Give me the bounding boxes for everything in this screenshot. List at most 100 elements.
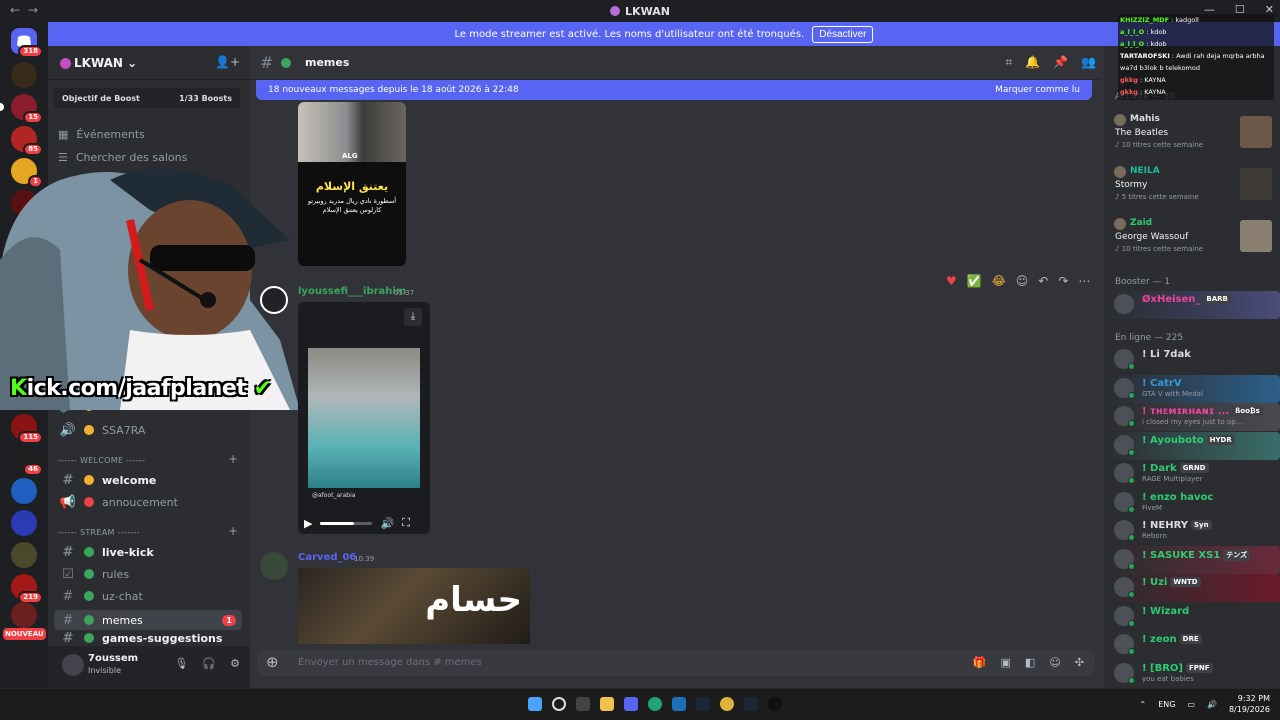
activity-card[interactable]: Zaid George Wassouf ♪ 10 titres cette se… — [1110, 216, 1276, 264]
headphones-icon[interactable]: 🎧 — [202, 657, 216, 670]
guild-header[interactable]: LKWAN ⌄ 👤+ — [48, 46, 250, 80]
member-row[interactable]: ! Wizard — [1108, 603, 1280, 631]
members-icon[interactable]: 👥 — [1081, 55, 1096, 70]
server-icon[interactable] — [11, 602, 37, 628]
add-channel-icon[interactable]: + — [228, 452, 238, 466]
channel-memes[interactable]: # memes 1 — [54, 610, 242, 630]
store-icon[interactable] — [672, 697, 686, 711]
channel-live-kick[interactable]: # live-kick — [54, 542, 242, 562]
start-icon[interactable] — [528, 697, 542, 711]
volume-slider[interactable] — [320, 521, 373, 525]
obs-icon[interactable] — [768, 697, 782, 711]
activity-card[interactable]: NEILA Stormy ♪ 5 titres cette semaine — [1110, 164, 1276, 212]
add-reaction-icon[interactable]: ☺ — [1016, 274, 1029, 288]
channel-annoucement[interactable]: 📢 annoucement — [54, 492, 242, 512]
member-row[interactable]: ! Ayouboto HYDR — [1108, 431, 1280, 460]
laugh-reaction-icon[interactable]: 😂 — [992, 274, 1006, 288]
microphone-icon[interactable]: 🎙 — [174, 657, 188, 670]
server-icon[interactable] — [11, 510, 37, 536]
forward-icon[interactable]: ↷ — [1058, 274, 1068, 288]
more-options-icon[interactable]: ⋯ — [1078, 274, 1090, 288]
voice-channel[interactable]: 🔊 SSA7RA — [54, 420, 242, 440]
category-welcome[interactable]: ------ WELCOME ------ — [58, 456, 145, 465]
message-composer[interactable]: ⊕ Envoyer un message dans # memes 🎁 ▣ ◧ … — [258, 650, 1094, 676]
member-tag: DRE — [1179, 634, 1202, 644]
avatar[interactable] — [260, 286, 288, 314]
sticker-icon[interactable]: ◧ — [1025, 656, 1035, 669]
message-author[interactable]: Carved_06 — [298, 552, 356, 563]
bell-icon[interactable]: 🔔 — [1025, 55, 1040, 70]
member-row[interactable]: ! Dark GRND RAGE Multiplayer — [1108, 460, 1280, 488]
member-row[interactable]: ! Uzi WNTD — [1108, 574, 1280, 602]
server-icon[interactable]: 219 — [11, 574, 43, 604]
member-row[interactable]: ! ᴛʜᴇᴍɪʀʜᴀɴɪ ... ßoo₿s i closed my eyes ju… — [1108, 403, 1280, 431]
channel-games-suggestions[interactable]: # games-suggestions — [54, 632, 242, 644]
play-icon[interactable]: ▶ — [304, 517, 312, 530]
clock[interactable]: 9:32 PM 8/19/2026 — [1229, 693, 1270, 715]
discord-taskbar-icon[interactable] — [624, 697, 638, 711]
video-attachment[interactable]: ⤓ @afoot_arabia ▶ 🔊 ⛶ — [298, 302, 430, 534]
apps-icon[interactable]: ✣ — [1075, 656, 1084, 669]
volume-icon[interactable]: 🔊 — [380, 517, 394, 530]
chrome-icon[interactable] — [720, 697, 734, 711]
language-indicator[interactable]: ENG — [1158, 700, 1175, 709]
steam-icon[interactable] — [696, 697, 710, 711]
download-icon[interactable]: ⤓ — [404, 308, 422, 326]
boost-goal[interactable]: Objectif de Boost 1/33 Boosts — [54, 88, 240, 108]
avatar[interactable] — [260, 552, 288, 580]
steam-icon[interactable] — [744, 697, 758, 711]
activity-card[interactable]: Mahis The Beatles ♪ 10 titres cette sema… — [1110, 112, 1276, 160]
booster-member[interactable]: ØxHeisen_ BARB — [1108, 291, 1280, 319]
server-icon[interactable] — [11, 542, 37, 568]
guild-name[interactable]: LKWAN ⌄ — [74, 56, 137, 70]
member-row[interactable]: ! Li 7dak — [1108, 346, 1280, 374]
server-icon[interactable]: 46 — [11, 446, 43, 476]
member-row[interactable]: ! NEHRY Syn Reborn — [1108, 517, 1280, 545]
server-icon[interactable]: 15 — [0, 94, 43, 124]
new-messages-bar[interactable]: 18 nouveaux messages depuis le 18 août 2… — [256, 80, 1092, 100]
sound-icon[interactable]: 🔊 — [1207, 700, 1217, 709]
tray-arrow-icon[interactable]: ⌃ — [1139, 700, 1146, 709]
threads-icon[interactable]: ⌗ — [1005, 55, 1012, 70]
member-row[interactable]: ! CatrV GTA V with Medal — [1108, 374, 1280, 403]
explorer-icon[interactable] — [600, 697, 614, 711]
mark-read-button[interactable]: Marquer comme lu — [995, 85, 1080, 95]
network-icon[interactable]: ▭ — [1187, 700, 1195, 709]
channel-rules[interactable]: ☑ rules — [54, 564, 242, 584]
member-row[interactable]: ! enzo havoc FiveM — [1108, 489, 1280, 517]
category-stream[interactable]: ------ STREAM ------- — [58, 528, 140, 537]
channel-welcome[interactable]: # welcome — [54, 470, 242, 490]
image-attachment[interactable]: حسام — [298, 568, 530, 644]
edge-icon[interactable] — [648, 697, 662, 711]
search-icon[interactable] — [552, 697, 566, 711]
upload-plus-icon[interactable]: ⊕ — [266, 653, 279, 671]
server-icon[interactable] — [11, 478, 37, 504]
pin-icon[interactable]: 📌 — [1053, 55, 1068, 70]
member-name: ! ᴛʜᴇᴍɪʀʜᴀɴɪ ... ßoo₿s — [1142, 406, 1263, 417]
settings-gear-icon[interactable]: ⚙ — [230, 657, 240, 670]
add-channel-icon[interactable]: + — [228, 524, 238, 538]
channel-uz-chat[interactable]: # uz-chat — [54, 586, 242, 606]
emoji-icon[interactable]: ☺ — [1049, 656, 1060, 669]
image-attachment[interactable]: ALG يعتنق الإسلام أسطورة نادي ريال مدريد… — [298, 102, 406, 266]
server-icon[interactable]: 115 — [11, 414, 43, 444]
window-title: LKWAN — [0, 5, 1280, 18]
check-reaction-icon[interactable]: ✅ — [967, 274, 982, 288]
member-row[interactable]: ! zeon DRE — [1108, 631, 1280, 659]
member-row[interactable]: ! [BRO] FPNF you eat babies — [1108, 660, 1280, 688]
add-member-icon[interactable]: 👤+ — [215, 55, 240, 69]
reply-icon[interactable]: ↶ — [1038, 274, 1048, 288]
fullscreen-icon[interactable]: ⛶ — [402, 516, 410, 530]
member-row[interactable]: ! SASUKE XS1 テンズ — [1108, 545, 1280, 574]
heart-reaction-icon[interactable]: ♥ — [946, 274, 957, 288]
gif-icon[interactable]: ▣ — [1001, 656, 1011, 669]
gift-icon[interactable]: 🎁 — [973, 656, 987, 669]
server-icon[interactable] — [11, 62, 37, 88]
header-toolbar: ⌗ 🔔 📌 👥 — [1005, 55, 1096, 70]
home-button[interactable]: 318 — [11, 28, 43, 58]
disable-streamer-button[interactable]: Désactiver — [812, 25, 874, 43]
user-name[interactable]: 7oussem — [88, 653, 138, 664]
taskview-icon[interactable] — [576, 697, 590, 711]
message-author[interactable]: lyoussefi___ibrahim — [298, 286, 406, 297]
avatar[interactable] — [62, 654, 84, 676]
